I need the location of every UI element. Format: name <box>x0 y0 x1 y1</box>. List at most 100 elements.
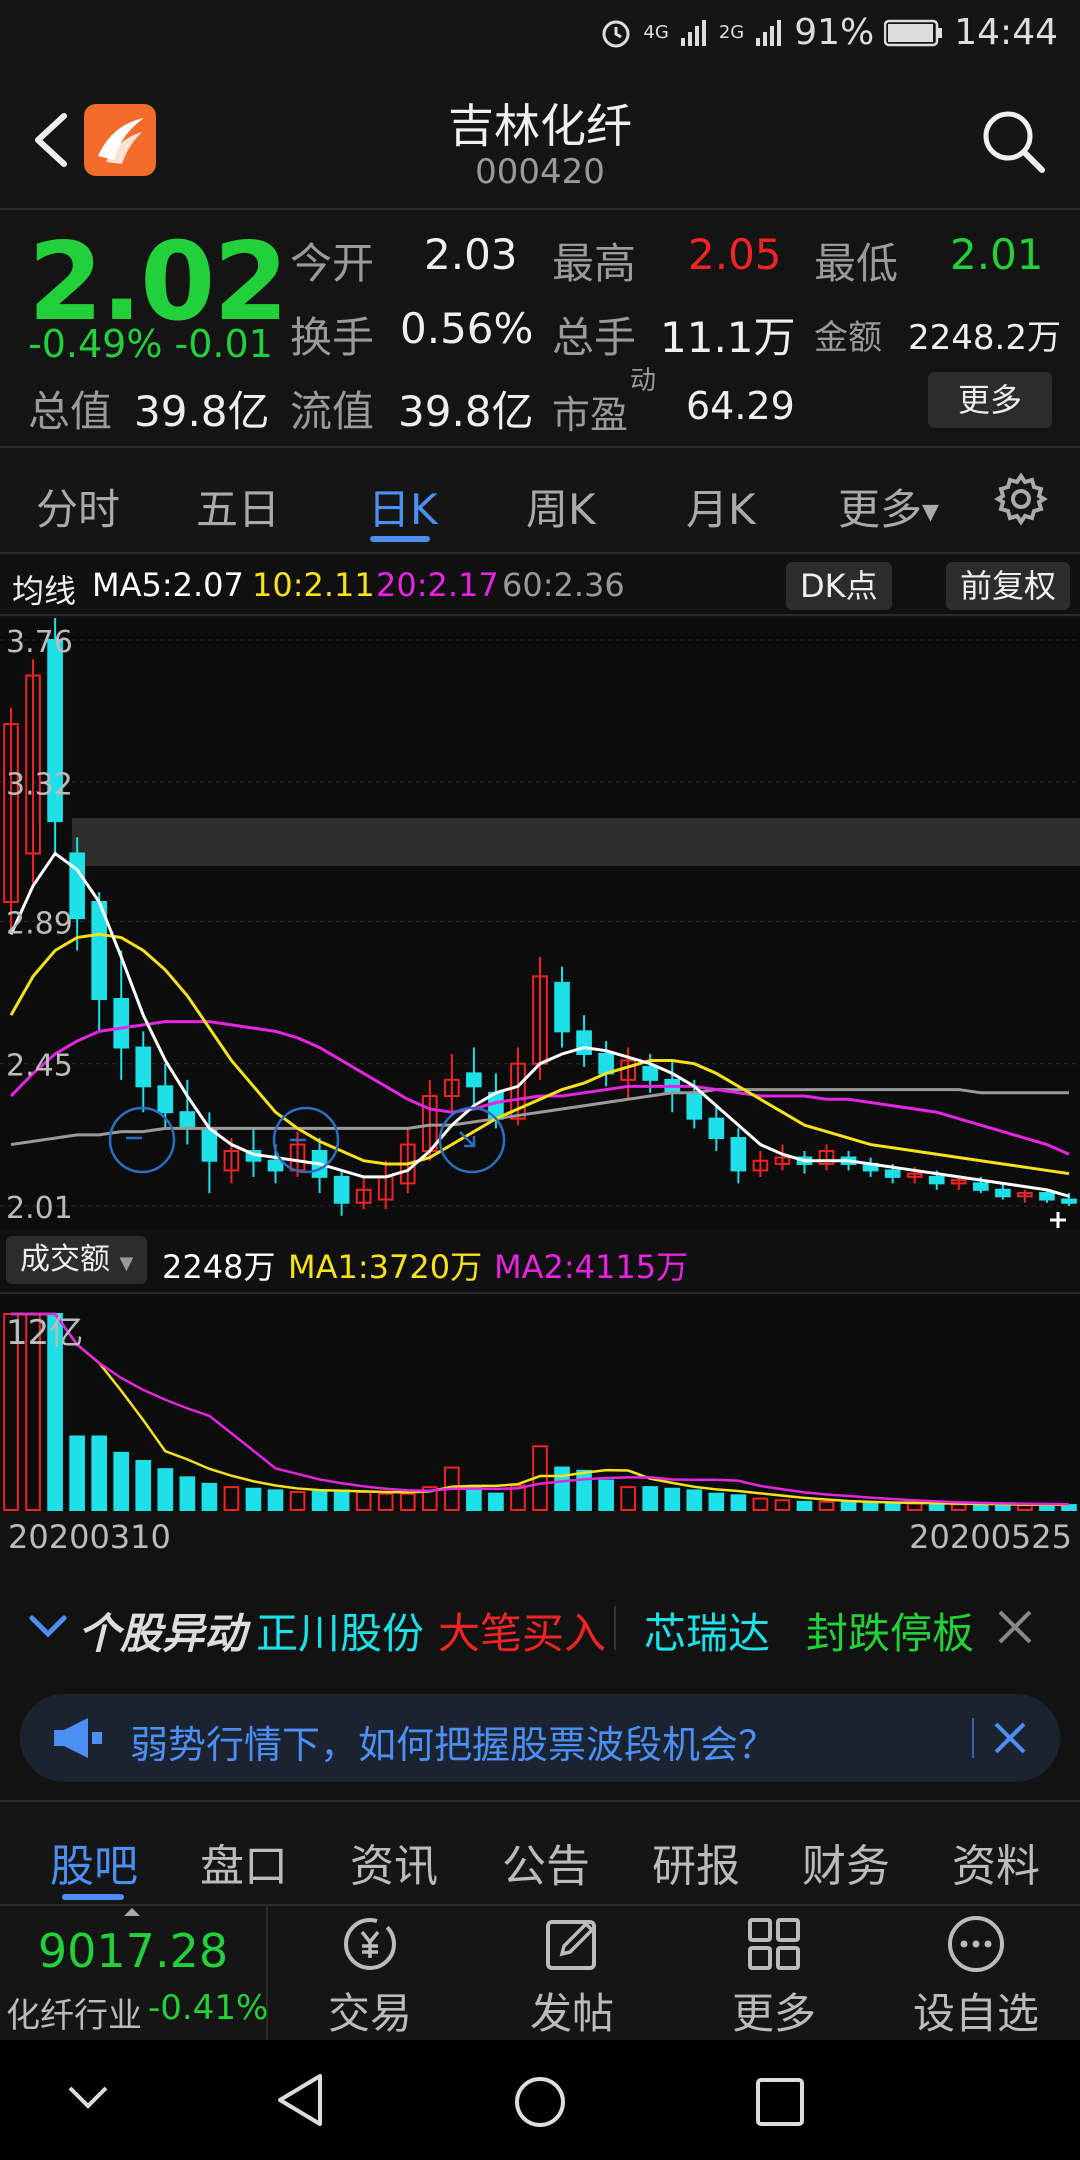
mcap-label: 总值 <box>28 387 113 436</box>
volume-bar <box>928 1503 945 1512</box>
tab-announcements[interactable]: 公告 <box>502 1830 590 1894</box>
yen-circle-icon <box>344 1918 396 1970</box>
volume-ma1: MA1:3720万 <box>288 1248 483 1286</box>
volume-bar <box>840 1501 857 1511</box>
add-watchlist-label: 设自选 <box>912 1989 1039 2038</box>
open-label: 今开 <box>290 239 375 288</box>
nav-collapse-icon[interactable] <box>66 2082 110 2112</box>
search-icon[interactable] <box>980 108 1046 174</box>
volume-bar <box>708 1492 725 1512</box>
volume-bar <box>774 1499 791 1511</box>
volume-bar <box>333 1489 350 1511</box>
candle-body <box>972 1182 989 1191</box>
ma60-value: 60:2.36 <box>502 566 625 604</box>
candle-body <box>576 1030 592 1055</box>
volume-bar <box>752 1497 769 1511</box>
candle-body <box>686 1091 703 1120</box>
price-axis-label: 2.01 <box>6 1191 73 1226</box>
candle-body <box>466 1072 482 1088</box>
candle-body <box>642 1065 659 1081</box>
volume-bar <box>664 1487 681 1511</box>
abnormal-stock-2[interactable]: 芯瑞达 <box>644 1600 770 1661</box>
tab-financials[interactable]: 财务 <box>802 1830 890 1894</box>
kline-chart[interactable]: 3.76 3.32 2.89 2.45 2.01 <box>0 594 1080 1230</box>
banner-close-icon[interactable] <box>992 1720 1028 1756</box>
candle-body <box>1039 1192 1055 1201</box>
more-actions-button[interactable]: 更多 <box>674 1914 874 2041</box>
more-actions-label: 更多 <box>731 1989 816 2038</box>
dk-point-button[interactable]: DK点 <box>786 562 892 610</box>
alarm-icon <box>602 20 630 47</box>
volume-bar <box>995 1504 1011 1512</box>
active-tab-indicator <box>370 536 430 542</box>
tab-monthly-k[interactable]: 月K <box>686 476 756 537</box>
ma5-value: MA5:2.07 <box>92 566 244 604</box>
tab-daily-k[interactable]: 日K <box>368 476 438 537</box>
promo-banner[interactable]: 弱势行情下，如何把握股票波段机会？ <box>20 1694 1060 1782</box>
tab-intraday[interactable]: 分时 <box>36 476 120 537</box>
volume-bar <box>598 1479 614 1512</box>
trade-label: 交易 <box>327 1989 412 2038</box>
network-2g: 2G <box>718 22 745 43</box>
abnormal-stock-1[interactable]: 正川股份 <box>256 1600 424 1661</box>
close-icon[interactable] <box>996 1608 1034 1646</box>
period-tabs: 分时 五日 日K 周K 月K 更多▼ <box>0 448 1080 554</box>
volume-bar <box>488 1492 504 1512</box>
chevron-down-icon[interactable] <box>28 1612 68 1642</box>
system-nav-bar <box>0 2040 1080 2160</box>
candle-body <box>554 981 570 1033</box>
volume-bar <box>906 1502 923 1511</box>
settings-gear-icon[interactable] <box>994 472 1048 526</box>
industry-name: 化纤行业 <box>6 1996 142 2036</box>
abnormal-label: 个股异动 <box>78 1609 247 1658</box>
tab-five-day[interactable]: 五日 <box>196 476 280 537</box>
add-watchlist-button[interactable]: 设自选 <box>876 1914 1076 2041</box>
tab-weekly-k[interactable]: 周K <box>526 476 596 537</box>
mcap-value: 39.8亿 <box>134 387 270 436</box>
volume-indicator-select[interactable]: 成交额 ▼ <box>6 1236 148 1284</box>
signal-icon-2 <box>756 19 782 46</box>
dropdown-triangle-icon: ▼ <box>922 500 939 525</box>
tab-profile[interactable]: 资料 <box>952 1830 1040 1894</box>
status-bar: 4G 2G 91% 14:44 <box>0 0 1080 72</box>
signal-marker <box>108 1106 176 1174</box>
stock-code: 000420 <box>475 152 605 192</box>
volume-bar <box>267 1489 284 1511</box>
grid-icon <box>748 1918 800 1970</box>
nav-home-icon[interactable] <box>512 2074 568 2130</box>
tab-order-book[interactable]: 盘口 <box>200 1830 288 1894</box>
price-axis-label: 3.32 <box>6 767 73 802</box>
candle-body <box>135 1046 152 1088</box>
volume-value: 2248万 <box>162 1248 276 1286</box>
tab-more-periods[interactable]: 更多▼ <box>838 476 939 537</box>
active-info-tab-indicator <box>62 1894 124 1900</box>
post-button[interactable]: 发帖 <box>472 1914 672 2041</box>
quote-panel: 2.02 -0.49% -0.01 今开 2.03 最高 2.05 最低 2.0… <box>0 208 1080 448</box>
volume-bar <box>884 1502 901 1511</box>
industry-change: -0.41% <box>148 1988 269 2028</box>
volume-chart[interactable]: 12亿 <box>0 1292 1080 1512</box>
tab-research[interactable]: 研报 <box>652 1830 740 1894</box>
nav-back-icon[interactable] <box>272 2070 328 2130</box>
kline-svg: 3.76 3.32 2.89 2.45 2.01 <box>0 594 1080 1228</box>
volume-legend-bar: 成交额 ▼ 2248万 MA1:3720万 MA2:4115万 <box>0 1232 1080 1292</box>
open-value: 2.03 <box>424 230 518 279</box>
edit-icon <box>546 1920 596 1970</box>
abnormal-moves-bar[interactable]: 个股异动 正川股份 大笔买入 芯瑞达 封跌停板 <box>0 1580 1080 1670</box>
volume-bar <box>554 1466 570 1512</box>
banner-text: 弱势行情下，如何把握股票波段机会？ <box>130 1723 777 1767</box>
volume-bar <box>466 1486 482 1511</box>
more-quote-button[interactable]: 更多 <box>928 372 1052 428</box>
tab-more-label: 更多 <box>838 485 923 534</box>
industry-index[interactable]: 9017.28 化纤行业 -0.41% <box>0 1906 268 2042</box>
tab-forum[interactable]: 股吧 <box>50 1830 138 1894</box>
tab-news[interactable]: 资讯 <box>350 1830 438 1894</box>
signal-marker <box>438 1106 506 1174</box>
banner-divider <box>972 1718 974 1758</box>
trade-button[interactable]: 交易 <box>270 1914 470 2041</box>
volume-bar <box>355 1491 372 1512</box>
volume-bar <box>289 1491 306 1512</box>
nav-recents-icon[interactable] <box>754 2076 806 2128</box>
adjust-button[interactable]: 前复权 <box>946 562 1071 610</box>
volume-bar <box>730 1494 747 1512</box>
